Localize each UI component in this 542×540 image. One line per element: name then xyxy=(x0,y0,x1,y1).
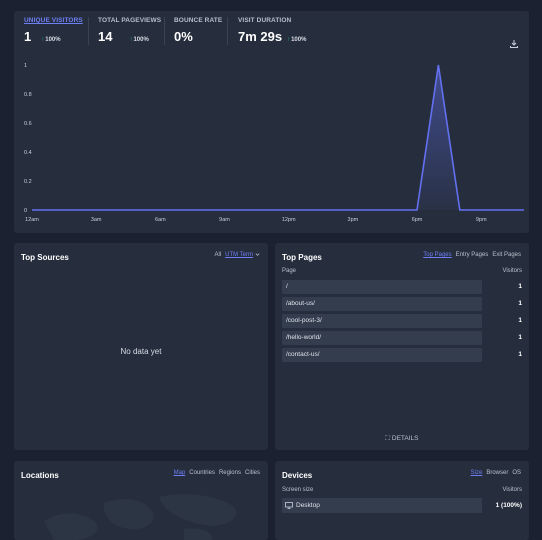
y-tick-label: 0.4 xyxy=(24,150,32,156)
empty-state: No data yet xyxy=(120,347,162,356)
device-row[interactable]: Desktop 1 (100%) xyxy=(282,498,522,513)
tab-countries[interactable]: Countries xyxy=(189,470,215,476)
device-visitors: 1 (100%) xyxy=(495,502,522,509)
table-row[interactable]: /cool-post-3/1 xyxy=(282,313,522,330)
page-path: /cool-post-3/ xyxy=(286,317,322,324)
table-row[interactable]: /contact-us/1 xyxy=(282,347,522,364)
sources-tabs: All UTM Term xyxy=(214,252,260,258)
tab-utm-term[interactable]: UTM Term xyxy=(225,252,260,258)
col-visitors: Visitors xyxy=(502,487,522,493)
devices-tabs: Size Browser OS xyxy=(471,470,521,476)
x-tick-label: 6am xyxy=(155,217,166,223)
page-visitors: 1 xyxy=(518,317,522,324)
x-tick-label: 3pm xyxy=(348,217,359,223)
tab-map[interactable]: Map xyxy=(174,470,186,476)
tab-exit-pages[interactable]: Exit Pages xyxy=(492,252,521,258)
top-sources-panel: Top Sources All UTM Term No data yet xyxy=(14,243,268,450)
x-tick-label: 6pm xyxy=(412,217,423,223)
page-visitors: 1 xyxy=(518,283,522,290)
chevron-down-icon[interactable] xyxy=(255,252,260,257)
page-visitors: 1 xyxy=(518,334,522,341)
monitor-icon xyxy=(285,502,293,509)
tab-cities[interactable]: Cities xyxy=(245,470,260,476)
y-tick-label: 0 xyxy=(24,208,27,214)
panel-title: Locations xyxy=(21,471,59,480)
x-tick-label: 9pm xyxy=(476,217,487,223)
table-row[interactable]: /hello-world/1 xyxy=(282,330,522,347)
tab-top-pages[interactable]: Top Pages xyxy=(423,252,451,258)
panel-title: Top Sources xyxy=(21,253,69,262)
page-path: /hello-world/ xyxy=(286,334,322,341)
page-path: / xyxy=(286,283,288,290)
device-name: Desktop xyxy=(296,502,320,509)
col-visitors: Visitors xyxy=(502,268,522,274)
tab-regions[interactable]: Regions xyxy=(219,470,241,476)
pages-list: /1/about-us/1/cool-post-3/1/hello-world/… xyxy=(282,279,522,364)
y-tick-label: 0.6 xyxy=(24,121,32,127)
tab-all[interactable]: All xyxy=(214,252,221,258)
devices-panel: Devices Size Browser OS Screen size Visi… xyxy=(275,461,529,540)
tab-size[interactable]: Size xyxy=(471,470,483,476)
expand-icon: ⛶ xyxy=(385,435,391,442)
x-tick-label: 12am xyxy=(25,217,39,223)
world-map[interactable] xyxy=(34,491,254,540)
y-tick-label: 1 xyxy=(24,63,27,69)
top-pages-panel: Top Pages Top Pages Entry Pages Exit Pag… xyxy=(275,243,529,450)
tab-entry-pages[interactable]: Entry Pages xyxy=(456,252,489,258)
tab-browser[interactable]: Browser xyxy=(486,470,508,476)
y-tick-label: 0.2 xyxy=(24,179,32,185)
page-visitors: 1 xyxy=(518,351,522,358)
y-tick-label: 0.8 xyxy=(24,92,32,98)
page-visitors: 1 xyxy=(518,300,522,307)
x-tick-label: 9am xyxy=(219,217,230,223)
table-row[interactable]: /1 xyxy=(282,279,522,296)
table-header: Page Visitors xyxy=(282,268,522,274)
col-screen-size: Screen size xyxy=(282,487,314,493)
details-button[interactable]: ⛶ DETAILS xyxy=(275,435,529,443)
panel-title: Devices xyxy=(282,471,313,480)
visitors-chart-card: Unique visitors 1 ↑100% Total pageviews … xyxy=(14,11,529,233)
locations-tabs: Map Countries Regions Cities xyxy=(174,470,260,476)
visitors-line-chart: 0 0.2 0.4 0.6 0.8 1 12am 3am 6am 9am 12pm 3pm 6pm 9p… xyxy=(24,63,524,223)
table-row[interactable]: /about-us/1 xyxy=(282,296,522,313)
page-path: /about-us/ xyxy=(286,300,315,307)
table-header: Screen size Visitors xyxy=(282,487,522,493)
row-bar xyxy=(282,280,482,294)
chart-area xyxy=(32,65,524,210)
x-tick-label: 3am xyxy=(91,217,102,223)
tab-os[interactable]: OS xyxy=(512,470,521,476)
pages-tabs: Top Pages Entry Pages Exit Pages xyxy=(423,252,521,258)
locations-panel: Locations Map Countries Regions Cities xyxy=(14,461,268,540)
page-path: /contact-us/ xyxy=(286,351,320,358)
panel-title: Top Pages xyxy=(282,253,322,262)
col-page: Page xyxy=(282,268,297,274)
x-tick-label: 12pm xyxy=(282,217,296,223)
